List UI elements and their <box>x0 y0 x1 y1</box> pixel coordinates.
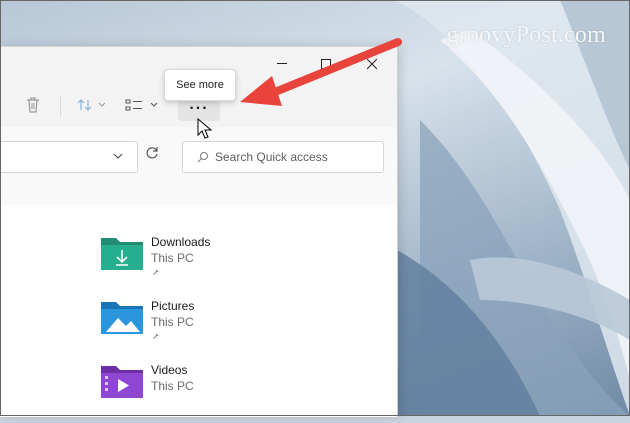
pin-icon <box>153 331 159 339</box>
item-location: This PC <box>151 379 194 393</box>
list-item-videos[interactable]: Videos This PC <box>100 363 320 423</box>
search-box[interactable]: Search Quick access <box>182 141 384 173</box>
view-options-icon <box>125 99 158 111</box>
refresh-button[interactable] <box>145 146 159 165</box>
sort-button[interactable] <box>72 92 112 118</box>
list-item-pictures[interactable]: Pictures This PC <box>100 299 320 359</box>
pictures-folder-icon <box>101 302 143 334</box>
list-item-downloads[interactable]: Downloads This PC <box>100 235 320 295</box>
mouse-cursor-icon <box>197 118 213 139</box>
item-location: This PC <box>151 251 194 265</box>
toolbar-separator <box>60 95 61 117</box>
item-title: Videos <box>151 363 188 377</box>
item-location: This PC <box>151 315 194 329</box>
item-title: Downloads <box>151 235 211 249</box>
refresh-icon <box>146 147 158 159</box>
delete-button[interactable] <box>20 92 46 118</box>
chevron-down-icon[interactable] <box>113 152 123 160</box>
trash-icon <box>27 97 39 113</box>
videos-folder-icon <box>101 366 143 398</box>
pin-icon <box>153 267 159 275</box>
sort-icon <box>77 99 106 111</box>
search-icon <box>197 152 208 163</box>
annotation-arrow-icon <box>240 38 402 106</box>
search-placeholder: Search Quick access <box>215 150 328 164</box>
watermark: groovyPost.com <box>446 22 606 48</box>
downloads-folder-icon <box>101 238 143 270</box>
address-bar[interactable] <box>0 141 138 173</box>
view-button[interactable] <box>122 92 162 118</box>
see-more-tooltip: See more <box>164 69 236 101</box>
item-title: Pictures <box>151 299 195 313</box>
quick-access-list: Downloads This PC Pictures This PC Video… <box>0 205 397 417</box>
